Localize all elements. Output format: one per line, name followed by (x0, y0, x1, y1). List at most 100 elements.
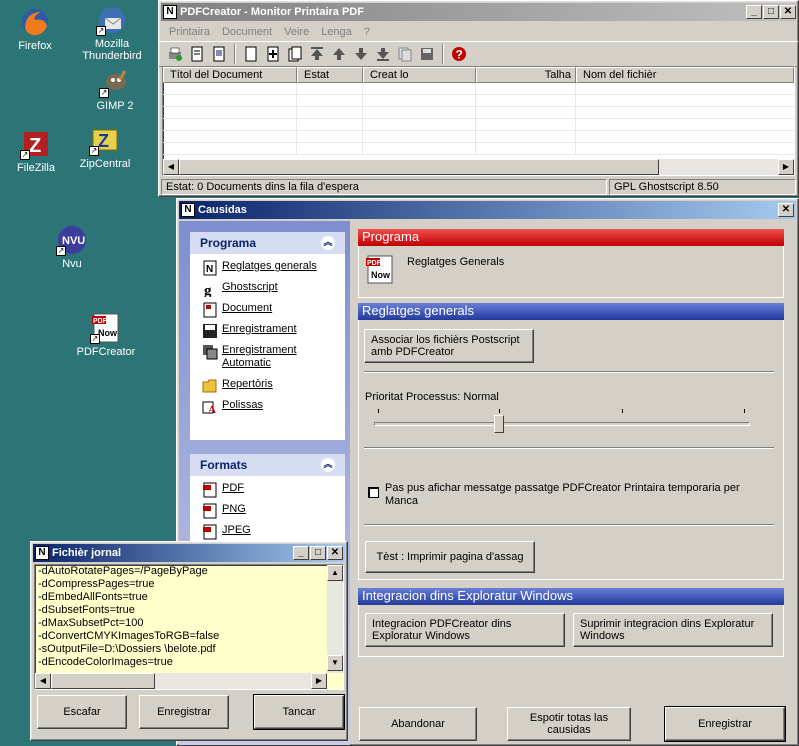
nav-item-general-settings[interactable]: N Reglatges generals (190, 260, 345, 281)
list-horizontal-scrollbar[interactable]: ◀ ▶ (163, 159, 794, 175)
nvu-icon: NVU ↗ (56, 224, 88, 256)
pdfcreator-icon: PDF Now ↗ (90, 312, 122, 344)
log-text-area[interactable]: -dAutoRotatePages=/PageByPage -dCompress… (34, 564, 344, 690)
clear-log-button[interactable]: Escafar (37, 695, 127, 729)
monitor-title: PDFCreator - Monitor Printaira PDF (180, 6, 364, 18)
svg-text:PDF: PDF (367, 260, 382, 267)
collapse-icon[interactable]: ︽ (321, 458, 335, 472)
scroll-left-button[interactable]: ◀ (35, 673, 51, 689)
scroll-down-button[interactable]: ▼ (327, 655, 343, 671)
column-size[interactable]: Talha (476, 67, 576, 83)
programa-section: PDF Now Reglatges Generals (358, 246, 784, 298)
restore-defaults-button[interactable]: Espotir totas las causidas (507, 707, 631, 741)
document-view-icon[interactable] (209, 44, 229, 64)
desktop-icon-pdfcreator[interactable]: PDF Now ↗ PDFCreator (66, 312, 146, 358)
pdfcreator-app-icon: N (163, 5, 177, 19)
zipcentral-icon: Z ↗ (89, 124, 121, 156)
move-up-icon[interactable] (329, 44, 349, 64)
save-log-button[interactable]: Enregistrar (139, 695, 229, 729)
nav-item-pdf[interactable]: PDF (190, 482, 345, 503)
column-title[interactable]: Títol del Document (163, 67, 297, 83)
log-titlebar[interactable]: N Fichièr jornal _ □ ✕ (33, 544, 345, 562)
desktop-icon-thunderbird[interactable]: ↗ Mozilla Thunderbird (72, 4, 152, 62)
svg-text:N: N (206, 264, 213, 275)
scroll-left-button[interactable]: ◀ (163, 159, 179, 175)
integrate-explorer-button[interactable]: Integracion PDFCreator dins Exploratur W… (365, 613, 565, 647)
printer-icon[interactable] (165, 44, 185, 64)
save-icon[interactable] (417, 44, 437, 64)
options-titlebar[interactable]: N Causidas ✕ (179, 201, 796, 219)
associate-postscript-button[interactable]: Associar los fichièrs Postscript amb PDF… (364, 329, 534, 363)
cancel-button[interactable]: Abandonar (359, 707, 477, 741)
nav-item-save[interactable]: Enregistrament (190, 323, 345, 344)
desktop-icon-nvu[interactable]: NVU ↗ Nvu (32, 224, 112, 270)
move-top-icon[interactable] (307, 44, 327, 64)
desktop-icon-firefox[interactable]: Firefox (0, 6, 75, 52)
add-page-icon[interactable] (263, 44, 283, 64)
maximize-button[interactable]: □ (310, 546, 326, 560)
menu-help[interactable]: ? (358, 26, 376, 38)
svg-text:Z: Z (29, 135, 41, 157)
help-icon[interactable]: ? (449, 44, 469, 64)
menu-veire[interactable]: Veire (278, 26, 315, 38)
close-button[interactable]: ✕ (780, 5, 796, 19)
programa-panel-header[interactable]: Programa ︽ (190, 232, 345, 254)
collapse-icon[interactable]: ︽ (321, 236, 335, 250)
maximize-button[interactable]: □ (763, 5, 779, 19)
menu-lenga[interactable]: Lenga (315, 26, 358, 38)
copy-icon[interactable] (395, 44, 415, 64)
nav-item-document[interactable]: Document (190, 302, 345, 323)
save-settings-button[interactable]: Enregistrar (664, 706, 786, 742)
ghostscript-version: GPL Ghostscript 8.50 (609, 179, 796, 195)
monitor-titlebar[interactable]: N PDFCreator - Monitor Printaira PDF _ □… (161, 3, 796, 21)
log-horizontal-scrollbar[interactable]: ◀ ▶ (35, 673, 327, 689)
nav-item-ghostscript[interactable]: g Ghostscript (190, 281, 345, 302)
print-test-page-button[interactable]: Tèst : Imprimir pagina d'assag (365, 541, 535, 573)
move-down-icon[interactable] (351, 44, 371, 64)
new-page-icon[interactable] (241, 44, 261, 64)
log-lines: -dAutoRotatePages=/PageByPage -dCompress… (35, 565, 325, 673)
remove-explorer-integration-button[interactable]: Suprimir integracion dins Exploratur Win… (573, 613, 773, 647)
slider-tick (622, 409, 623, 413)
slider-thumb[interactable] (493, 415, 504, 433)
column-created[interactable]: Creat lo (363, 67, 476, 83)
monitor-window: N PDFCreator - Monitor Printaira PDF _ □… (158, 0, 799, 197)
scroll-thumb[interactable] (179, 159, 659, 175)
nav-item-fonts[interactable]: A Polissas (190, 399, 345, 420)
svg-text:Z: Z (98, 131, 109, 151)
close-button[interactable]: ✕ (778, 203, 794, 217)
toolbar-separator (442, 44, 444, 64)
hide-temp-printer-message-checkbox[interactable] (368, 487, 379, 498)
desktop-icon-gimp[interactable]: ↗ GIMP 2 (75, 66, 155, 112)
formats-panel-header[interactable]: Formats ︽ (190, 454, 345, 476)
merge-icon[interactable] (285, 44, 305, 64)
column-status[interactable]: Estat (297, 67, 363, 83)
desktop-icon-zipcentral[interactable]: Z ↗ ZipCentral (65, 124, 145, 170)
scroll-right-button[interactable]: ▶ (778, 159, 794, 175)
nav-item-autosave[interactable]: Enregistrament Automatic (190, 344, 345, 378)
scroll-thumb[interactable] (51, 673, 155, 689)
nav-item-directories[interactable]: Repertòris (190, 378, 345, 399)
close-log-button[interactable]: Tancar (253, 694, 345, 730)
menu-document[interactable]: Document (216, 26, 278, 38)
list-row (163, 83, 794, 95)
close-button[interactable]: ✕ (327, 546, 343, 560)
menu-printaira[interactable]: Printaira (163, 26, 216, 38)
slider-tick (744, 409, 745, 413)
priority-slider[interactable] (374, 409, 750, 433)
list-header: Títol del Document Estat Creat lo Talha … (163, 67, 794, 83)
minimize-button[interactable]: _ (746, 5, 762, 19)
pdfcreator-icon: N (203, 260, 217, 276)
monitor-toolbar: ? (159, 41, 798, 67)
log-vertical-scrollbar[interactable]: ▲ ▼ (327, 565, 343, 673)
move-bottom-icon[interactable] (373, 44, 393, 64)
nav-item-png[interactable]: PNG (190, 503, 345, 524)
scroll-up-button[interactable]: ▲ (327, 565, 343, 581)
minimize-button[interactable]: _ (293, 546, 309, 560)
document-queue-list[interactable]: Títol del Document Estat Creat lo Talha … (162, 66, 795, 176)
document-list-icon[interactable] (187, 44, 207, 64)
scroll-right-button[interactable]: ▶ (311, 673, 327, 689)
programa-panel: Programa ︽ N Reglatges generals g Ghosts… (190, 232, 345, 440)
column-filename[interactable]: Nom del fichièr (576, 67, 794, 83)
slider-track (374, 422, 750, 426)
